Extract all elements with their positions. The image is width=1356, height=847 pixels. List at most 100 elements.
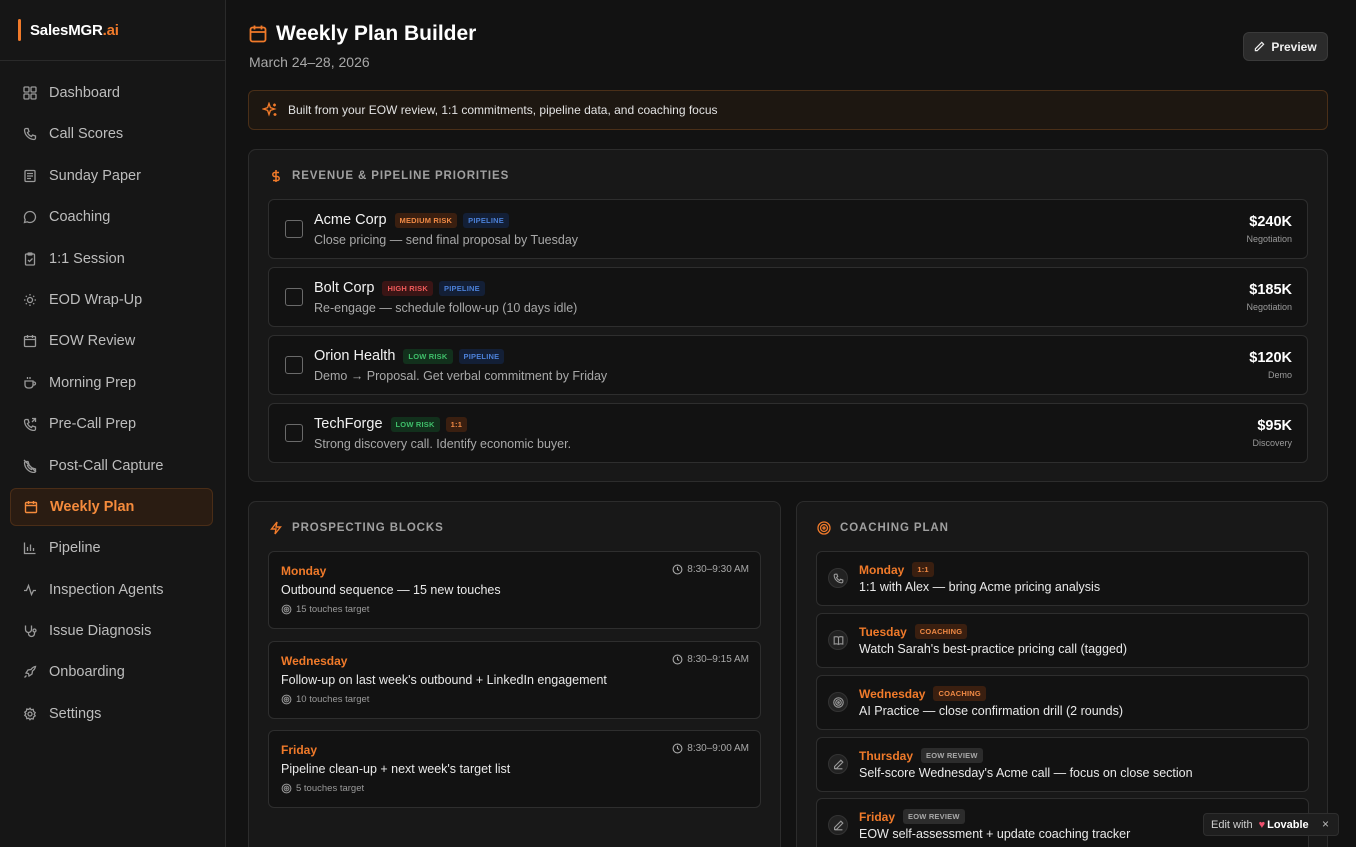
deal-name: Bolt Corp [314,280,375,296]
sidebar-nav: Dashboard Call Scores Sunday Paper Coach… [0,61,225,733]
deal-row[interactable]: Bolt Corp HIGH RISK PIPELINE Re-engage — s… [268,267,1308,327]
deal-row[interactable]: Acme Corp MEDIUM RISK PIPELINE Close prici… [268,199,1308,259]
deal-checkbox[interactable] [285,356,303,374]
sidebar: SalesMGR.ai Dashboard Call Scores Sunday… [0,0,226,847]
deal-checkbox[interactable] [285,424,303,442]
block-day: Monday [859,562,905,577]
heart-icon: ♥ [1258,818,1266,831]
phone-icon [828,568,848,588]
grid-icon [22,85,38,101]
main-content: Weekly Plan Builder March 24–28, 2026 Pr… [226,0,1356,847]
deal-name: TechForge [314,416,383,432]
deal-amount: $95K [1257,418,1292,434]
sidebar-item-1-1-session[interactable]: 1:1 Session [10,240,213,278]
target-icon [281,694,292,705]
sidebar-item-post-call-capture[interactable]: Post-Call Capture [10,447,213,485]
source-badge: PIPELINE [458,348,505,364]
clock-icon [672,564,683,575]
preview-button-label: Preview [1271,39,1317,54]
target-icon [281,783,292,794]
brand-accent-bar [18,19,21,41]
sidebar-item-weekly-plan[interactable]: Weekly Plan [10,487,213,526]
block-target: 10 touches target [281,694,369,705]
deal-stage: Discovery [1252,438,1292,448]
book-icon [828,630,848,650]
prospecting-block[interactable]: Monday 8:30–9:30 AM Outbound sequence — … [268,551,761,629]
brand-logo[interactable]: SalesMGR.ai [0,0,225,61]
close-icon[interactable]: × [1322,817,1329,831]
deal-amount: $185K [1249,282,1292,298]
preview-button[interactable]: Preview [1243,32,1328,61]
sidebar-item-morning-prep[interactable]: Morning Prep [10,364,213,402]
risk-badge: MEDIUM RISK [394,212,458,228]
block-time: 8:30–9:00 AM [672,743,749,754]
clock-icon [672,743,683,754]
block-tag: EOW REVIEW [921,748,983,763]
sidebar-item-settings[interactable]: Settings [10,695,213,733]
prospecting-block[interactable]: Wednesday 8:30–9:15 AM Follow-up on last… [268,641,761,719]
sidebar-item-coaching[interactable]: Coaching [10,198,213,236]
target-icon [828,692,848,712]
sidebar-item-call-scores[interactable]: Call Scores [10,115,213,153]
block-tag: EOW REVIEW [903,809,965,824]
deal-stage: Negotiation [1246,234,1292,244]
coffee-icon [22,375,38,391]
sidebar-item-pre-call-prep[interactable]: Pre-Call Prep [10,405,213,443]
deal-name: Acme Corp [314,212,387,228]
block-day: Wednesday [859,686,926,701]
lovable-prefix: Edit with [1211,818,1253,831]
page-date-range: March 24–28, 2026 [249,54,370,70]
pencil-icon [1255,41,1265,52]
coaching-block[interactable]: Monday 1:1 1:1 with Alex — bring Acme pri… [816,551,1309,606]
chat-icon [22,209,38,225]
block-target: 5 touches target [281,783,364,794]
sidebar-item-pipeline[interactable]: Pipeline [10,529,213,567]
target-icon [817,521,831,535]
coaching-block[interactable]: Tuesday COACHING Watch Sarah's best-pract… [816,613,1309,668]
block-tag: COACHING [914,624,968,639]
prospecting-block[interactable]: Friday 8:30–9:00 AM Pipeline clean-up + … [268,730,761,808]
sidebar-item-inspection-agents[interactable]: Inspection Agents [10,571,213,609]
block-target: 15 touches target [281,604,369,615]
sidebar-item-label: 1:1 Session [49,250,125,267]
sidebar-item-label: Inspection Agents [49,581,164,598]
deal-description: Re-engage — schedule follow-up (10 days … [314,301,578,315]
deal-stage: Demo [1267,370,1292,380]
dollar-icon [269,169,283,183]
block-day: Friday [281,743,318,757]
deal-name: Orion Health [314,348,396,364]
deal-description: Strong discovery call. Identify economic… [314,437,572,451]
deal-checkbox[interactable] [285,288,303,306]
deal-stage: Negotiation [1246,302,1292,312]
calendar-icon [248,24,268,44]
sidebar-item-sunday-paper[interactable]: Sunday Paper [10,157,213,195]
coaching-block[interactable]: Thursday EOW REVIEW Self-score Wednesday'… [816,737,1309,792]
sidebar-item-eow-review[interactable]: EOW Review [10,322,213,360]
sidebar-item-onboarding[interactable]: Onboarding [10,653,213,691]
sidebar-item-label: Coaching [49,209,111,226]
source-badge: PIPELINE [439,280,485,296]
bar-chart-icon [22,540,38,556]
sidebar-item-dashboard[interactable]: Dashboard [10,74,213,112]
block-time: 8:30–9:15 AM [672,654,749,665]
calendar-icon [22,333,38,349]
coaching-block[interactable]: Wednesday COACHING AI Practice — close co… [816,675,1309,730]
sidebar-item-label: EOD Wrap-Up [49,291,143,308]
clock-icon [672,654,683,665]
page-header: Weekly Plan Builder [248,22,476,46]
edit-with-lovable-badge[interactable]: Edit with ♥ Lovable × [1203,813,1339,836]
block-task: Self-score Wednesday's Acme call — focus… [859,766,1193,780]
pen-icon [828,815,848,835]
deal-checkbox[interactable] [285,220,303,238]
source-badge: 1:1 [445,416,468,432]
sidebar-item-issue-diagnosis[interactable]: Issue Diagnosis [10,612,213,650]
sidebar-item-label: Onboarding [49,664,125,681]
stethoscope-icon [22,623,38,639]
sidebar-item-eod-wrap-up[interactable]: EOD Wrap-Up [10,281,213,319]
prospecting-card: PROSPECTING BLOCKS Monday 8:30–9:30 AM O… [248,501,781,847]
block-tag: COACHING [933,686,986,701]
deal-row[interactable]: Orion Health LOW RISK PIPELINE Demo → Prop… [268,335,1308,395]
pen-icon [828,754,848,774]
block-task: Follow-up on last week's outbound + Link… [281,673,607,687]
deal-row[interactable]: TechForge LOW RISK 1:1 Strong discovery ca… [268,403,1308,463]
